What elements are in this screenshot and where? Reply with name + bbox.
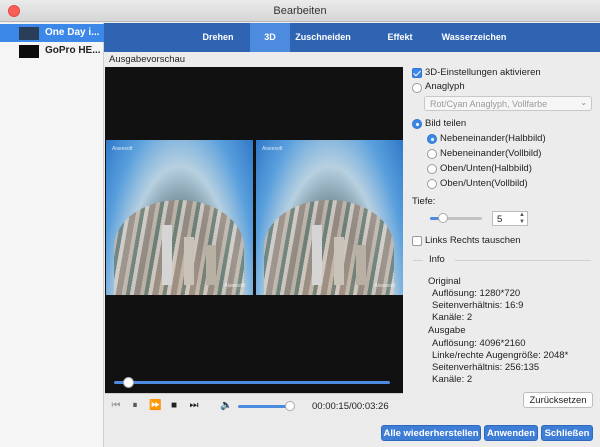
depth-label: Tiefe:	[412, 196, 436, 207]
restore-all-button[interactable]: Alle wiederherstellen	[381, 425, 481, 441]
stepper-arrows-icon[interactable]: ▲ ▼	[519, 212, 525, 226]
watermark-text: Aiseesoft	[112, 146, 133, 152]
split-option-label: Oben/Unten(Halbbild)	[440, 163, 532, 174]
info-line: Kanäle: 2	[432, 374, 473, 385]
chevron-down-icon: ⌄	[580, 98, 587, 107]
title-bar: Bearbeiten	[0, 0, 600, 22]
pause-icon[interactable]: ⏸	[129, 400, 141, 412]
watermark-text: Aiseesoft	[262, 146, 283, 152]
enable-3d-checkbox[interactable]	[412, 68, 422, 78]
sidebar-item-file-2[interactable]: GoPro HE...	[0, 42, 104, 60]
volume-icon[interactable]: 🔈	[220, 400, 232, 412]
tab-bar: Drehen 3D Zuschneiden Effekt Wasserzeich…	[104, 23, 600, 52]
timecode: 00:00:15/00:03:26	[312, 401, 389, 412]
skip-back-icon[interactable]: ⏮	[110, 400, 122, 412]
depth-stepper[interactable]: 5 ▲ ▼	[492, 211, 528, 226]
anaglyph-radio[interactable]	[412, 83, 422, 93]
sidebar-item-label: One Day i...	[45, 27, 100, 38]
sidebar-item-label: GoPro HE...	[45, 45, 101, 56]
preview-label: Ausgabevorschau	[109, 54, 186, 65]
info-line: Auflösung: 1280*720	[432, 288, 521, 299]
volume-handle[interactable]	[285, 401, 295, 411]
split-option-radio[interactable]	[427, 134, 437, 144]
anaglyph-dropdown[interactable]: Rot/Cyan Anaglyph, Vollfarbe ⌄	[424, 96, 592, 111]
preview-frame-left: Aiseesoft Aiseesoft	[106, 140, 253, 295]
seek-handle[interactable]	[123, 377, 134, 388]
watermark-text: Aiseesoft	[224, 283, 245, 289]
split-image-label: Bild teilen	[425, 118, 467, 129]
info-output-heading: Ausgabe	[428, 325, 466, 336]
close-button[interactable]: Schließen	[541, 425, 593, 441]
swap-left-right-checkbox[interactable]	[412, 236, 422, 246]
info-line: Seitenverhältnis: 16:9	[432, 300, 524, 311]
split-option-label: Nebeneinander(Halbbild)	[440, 133, 546, 144]
divider	[413, 260, 423, 261]
tab-wasserzeichen[interactable]: Wasserzeichen	[437, 23, 511, 52]
player-controls: ⏮ ⏸ ⏩ ■ ⏭ 🔈 00:00:15/00:03:26	[105, 393, 403, 418]
split-option-radio[interactable]	[427, 179, 437, 189]
video-thumbnail	[19, 27, 39, 40]
tab-zuschneiden[interactable]: Zuschneiden	[292, 23, 354, 52]
info-original-heading: Original	[428, 276, 461, 287]
anaglyph-dropdown-value: Rot/Cyan Anaglyph, Vollfarbe	[430, 99, 548, 109]
info-line: Auflösung: 4096*2160	[432, 338, 526, 349]
depth-value: 5	[497, 214, 503, 225]
swap-left-right-label: Links Rechts tauschen	[425, 235, 521, 246]
split-option-label: Nebeneinander(Vollbild)	[440, 148, 542, 159]
stop-icon[interactable]: ■	[168, 400, 180, 412]
sidebar-file-list: One Day i... GoPro HE...	[0, 23, 104, 447]
seek-bar[interactable]	[114, 381, 390, 384]
split-image-radio[interactable]	[412, 119, 422, 129]
video-preview: Aiseesoft Aiseesoft Aiseesoft Aiseesoft	[105, 67, 403, 393]
info-line: Kanäle: 2	[432, 312, 473, 323]
split-option-radio[interactable]	[427, 149, 437, 159]
info-line: Linke/rechte Augengröße: 2048*	[432, 350, 569, 361]
video-thumbnail	[19, 45, 39, 58]
preview-frame-right: Aiseesoft Aiseesoft	[256, 140, 403, 295]
tab-effekt[interactable]: Effekt	[378, 23, 422, 52]
sidebar-item-file-1[interactable]: One Day i...	[0, 24, 104, 42]
info-heading: Info	[429, 254, 445, 265]
split-option-radio[interactable]	[427, 164, 437, 174]
anaglyph-label: Anaglyph	[425, 81, 465, 92]
depth-handle[interactable]	[438, 213, 448, 223]
window-title: Bearbeiten	[273, 5, 327, 17]
forward-icon[interactable]: ⏩	[149, 400, 161, 412]
tab-drehen[interactable]: Drehen	[189, 23, 247, 52]
info-line: Seitenverhältnis: 256:135	[432, 362, 540, 373]
reset-button[interactable]: Zurücksetzen	[523, 392, 593, 408]
apply-button[interactable]: Anwenden	[484, 425, 538, 441]
enable-3d-label: 3D-Einstellungen aktivieren	[425, 67, 541, 78]
volume-slider[interactable]	[238, 405, 290, 408]
skip-forward-icon[interactable]: ⏭	[188, 400, 200, 412]
tab-3d[interactable]: 3D	[250, 23, 290, 52]
split-option-label: Oben/Unten(Vollbild)	[440, 178, 528, 189]
watermark-text: Aiseesoft	[374, 283, 395, 289]
divider	[455, 260, 591, 261]
